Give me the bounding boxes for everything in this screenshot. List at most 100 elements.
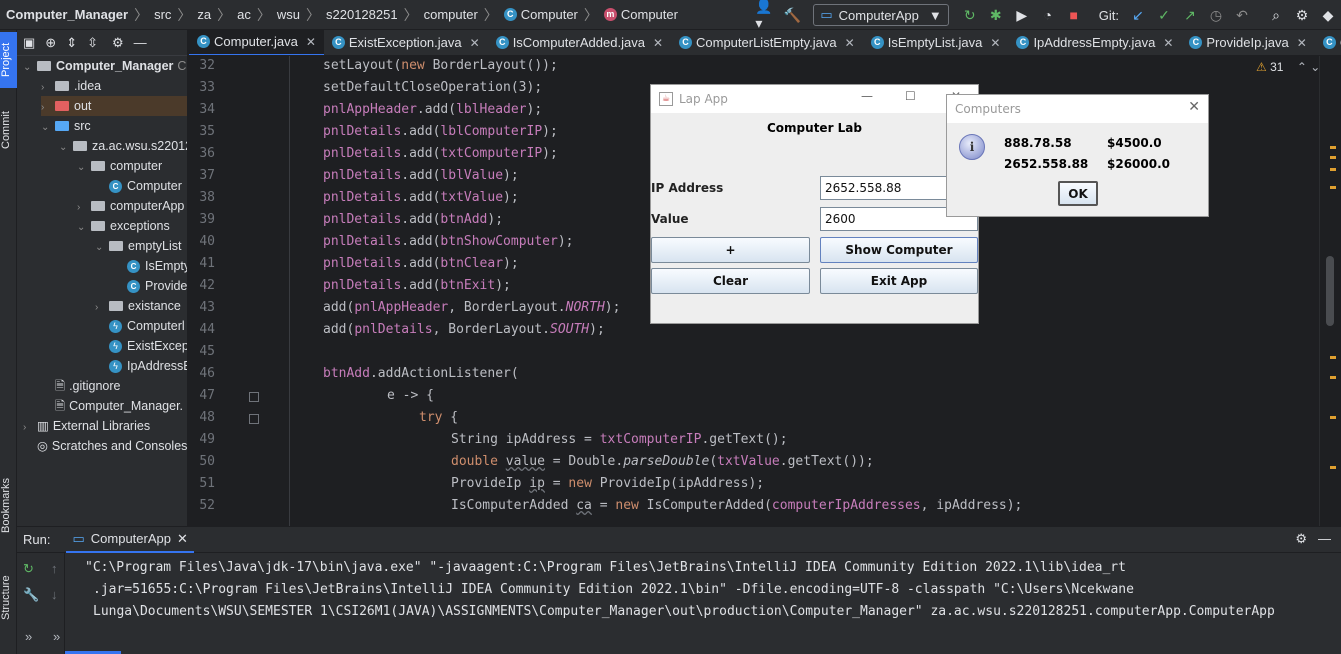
- close-icon[interactable]: ✕: [845, 36, 855, 50]
- chevron-right-icon[interactable]: ›: [41, 78, 55, 98]
- select-opened-file-icon[interactable]: ▣: [23, 35, 35, 51]
- close-icon[interactable]: ✕: [177, 531, 188, 547]
- structure-tool-tab[interactable]: Structure: [0, 565, 17, 631]
- editor-tab[interactable]: C Computer.java ✕: [189, 30, 324, 55]
- minimize-icon[interactable]: —: [861, 89, 873, 103]
- git-history-icon[interactable]: ◷: [1205, 4, 1227, 26]
- exit-app-button[interactable]: Exit App: [820, 268, 978, 294]
- collapse-all-icon[interactable]: ⇳: [87, 35, 98, 51]
- tree-item[interactable]: ◎ Scratches and Consoles: [23, 436, 187, 456]
- hide-icon[interactable]: —: [134, 35, 147, 50]
- chevron-right-icon[interactable]: ›: [23, 418, 37, 438]
- close-icon[interactable]: ✕: [653, 36, 663, 50]
- chevron-right-icon[interactable]: ›: [77, 198, 91, 218]
- commit-tool-tab[interactable]: Commit: [0, 100, 17, 160]
- close-icon[interactable]: ✕: [990, 36, 1000, 50]
- tree-item[interactable]: ⌄ exceptions: [77, 216, 170, 236]
- code-line[interactable]: setLayout(new BorderLayout());: [323, 58, 558, 73]
- chevron-right-icon[interactable]: ›: [41, 98, 55, 118]
- search-icon[interactable]: ⌕: [1265, 4, 1287, 26]
- scrollbar-thumb[interactable]: [1326, 256, 1334, 326]
- tree-item[interactable]: ϟ ExistExcep: [95, 336, 187, 356]
- editor-tab[interactable]: C ComputerListEmpty.java ✕: [671, 30, 863, 55]
- code-line[interactable]: pnlDetails.add(lblValue);: [323, 168, 519, 183]
- tree-item[interactable]: 🗎 .gitignore: [41, 376, 121, 396]
- more-icon[interactable]: »: [53, 629, 60, 644]
- tree-item[interactable]: › existance: [95, 296, 181, 316]
- tree-item[interactable]: 🗎 Computer_Manager.: [41, 396, 183, 416]
- breadcrumb-project[interactable]: Computer_Manager: [6, 7, 128, 22]
- wrench-icon[interactable]: 🔧: [23, 587, 39, 603]
- tree-item[interactable]: C IsEmpty: [113, 256, 187, 276]
- show-computer-button[interactable]: Show Computer: [820, 237, 978, 263]
- tree-item[interactable]: C Computer: [95, 176, 182, 196]
- bookmarks-tool-tab[interactable]: Bookmarks: [0, 470, 17, 540]
- breadcrumb-computer-method[interactable]: Computer: [621, 7, 678, 22]
- tree-item[interactable]: ϟ Computerl: [95, 316, 185, 336]
- tree-item[interactable]: ⌄ emptyList: [95, 236, 182, 256]
- project-tool-tab[interactable]: Project: [0, 32, 17, 88]
- hide-icon[interactable]: —: [1318, 531, 1331, 546]
- close-icon[interactable]: ✕: [1163, 36, 1173, 50]
- build-hammer-icon[interactable]: 🔨: [781, 4, 803, 26]
- breadcrumb-wsu[interactable]: wsu: [277, 7, 300, 22]
- chevron-down-icon[interactable]: ⌄: [77, 218, 91, 238]
- inspection-widget[interactable]: ⚠ 31 ⌃ ⌄: [1256, 60, 1320, 74]
- code-line[interactable]: double value = Double.parseDouble(txtVal…: [451, 454, 874, 469]
- code-line[interactable]: e -> {: [387, 388, 434, 403]
- code-line[interactable]: pnlDetails.add(btnClear);: [323, 256, 519, 271]
- code-line[interactable]: setDefaultCloseOperation(3);: [323, 80, 542, 95]
- code-line[interactable]: IsComputerAdded ca = new IsComputerAdded…: [451, 498, 1022, 513]
- breadcrumb-za[interactable]: za: [197, 7, 211, 22]
- rerun-icon[interactable]: ↻: [959, 4, 981, 26]
- close-icon[interactable]: ✕: [1188, 99, 1200, 115]
- chevron-down-icon[interactable]: ⌄: [59, 138, 73, 158]
- chevron-down-icon[interactable]: ⌄: [41, 118, 55, 138]
- tree-item[interactable]: ⌄ Computer_ManagerC:\: [23, 56, 187, 78]
- git-update-icon[interactable]: ↙: [1127, 4, 1149, 26]
- breadcrumb-computer-class[interactable]: Computer: [521, 7, 578, 22]
- code-line[interactable]: add(pnlAppHeader, BorderLayout.NORTH);: [323, 300, 620, 315]
- locate-icon[interactable]: ⊕: [45, 35, 56, 51]
- fold-marker-icon[interactable]: [249, 414, 259, 424]
- expand-all-icon[interactable]: ⇕: [66, 35, 77, 51]
- console-output[interactable]: "C:\Program Files\Java\jdk-17\bin\java.e…: [85, 557, 1275, 623]
- settings-icon[interactable]: ⚙: [1291, 4, 1313, 26]
- stop-icon[interactable]: ■: [1063, 4, 1085, 26]
- code-line[interactable]: pnlDetails.add(lblComputerIP);: [323, 124, 558, 139]
- breadcrumb-computer-package[interactable]: computer: [424, 7, 478, 22]
- tree-item[interactable]: › computerApp: [77, 196, 184, 216]
- scroll-down-icon[interactable]: ↓: [51, 587, 58, 602]
- tree-item[interactable]: › .idea: [41, 76, 101, 96]
- code-line[interactable]: pnlDetails.add(txtComputerIP);: [323, 146, 558, 161]
- coverage-icon[interactable]: ▶: [1011, 4, 1033, 26]
- editor-tab[interactable]: CCor✕: [1315, 30, 1341, 55]
- chevron-down-icon[interactable]: ⌄: [95, 238, 109, 258]
- breadcrumb-ac[interactable]: ac: [237, 7, 251, 22]
- editor-tab[interactable]: C ProvideIp.java ✕: [1181, 30, 1314, 55]
- code-line[interactable]: try {: [419, 410, 458, 425]
- more-icon[interactable]: »: [25, 629, 32, 644]
- git-commit-icon[interactable]: ✓: [1153, 4, 1175, 26]
- tree-item[interactable]: ϟ IpAddressE: [95, 356, 187, 376]
- editor-tab[interactable]: C IsComputerAdded.java ✕: [488, 30, 671, 55]
- breadcrumb-src[interactable]: src: [154, 7, 171, 22]
- git-rollback-icon[interactable]: ↶: [1231, 4, 1253, 26]
- tree-item[interactable]: ⌄ src: [41, 116, 91, 136]
- fold-marker-icon[interactable]: [249, 392, 259, 402]
- code-line[interactable]: String ipAddress = txtComputerIP.getText…: [451, 432, 788, 447]
- options-gear-icon[interactable]: ⚙: [112, 35, 124, 51]
- ok-button[interactable]: OK: [1058, 181, 1098, 206]
- code-line[interactable]: pnlDetails.add(txtValue);: [323, 190, 519, 205]
- tree-item[interactable]: › ▥ External Libraries: [23, 416, 150, 436]
- user-icon[interactable]: 👤▾: [755, 0, 777, 31]
- chevron-down-icon[interactable]: ⌄: [23, 58, 37, 78]
- tree-item[interactable]: ⌄ computer: [77, 156, 162, 176]
- scroll-up-icon[interactable]: ↑: [51, 561, 58, 576]
- run-settings-icon[interactable]: ⚙: [1295, 531, 1307, 547]
- code-line[interactable]: pnlDetails.add(btnShowComputer);: [323, 234, 573, 249]
- code-line[interactable]: btnAdd.addActionListener(: [323, 366, 519, 381]
- code-line[interactable]: ProvideIp ip = new ProvideIp(ipAddress);: [451, 476, 764, 491]
- profile-icon[interactable]: ◔: [1037, 4, 1059, 26]
- git-push-icon[interactable]: ↗: [1179, 4, 1201, 26]
